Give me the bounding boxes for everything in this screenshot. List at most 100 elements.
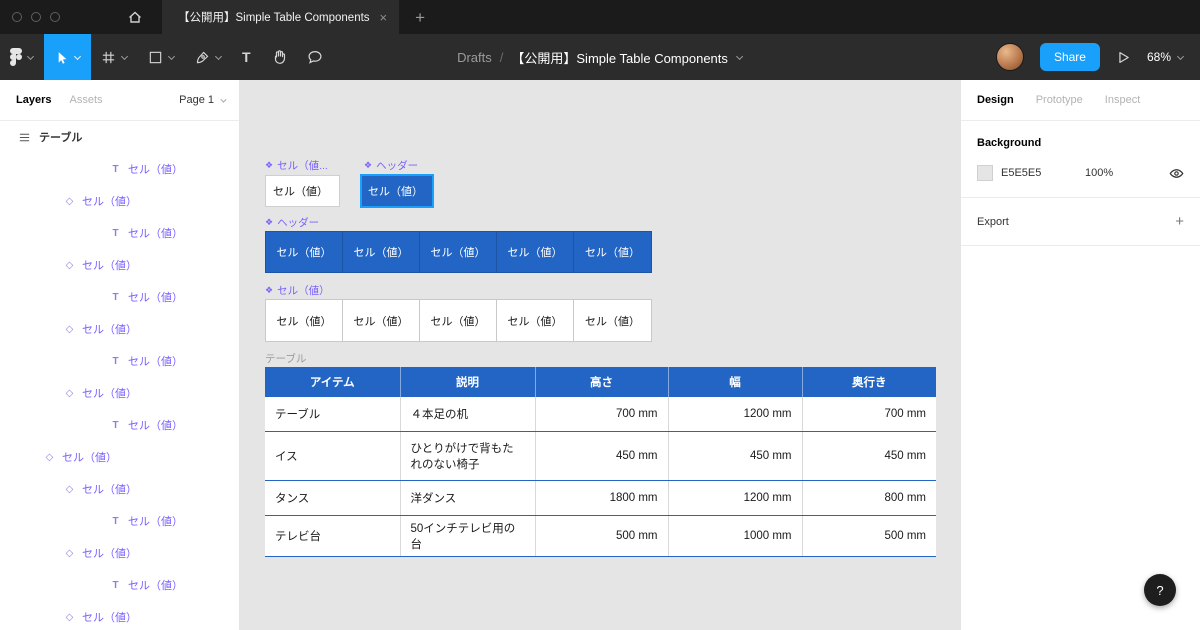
layer-name: セル（値） bbox=[82, 193, 137, 209]
text-layer-icon: T bbox=[110, 580, 121, 591]
breadcrumb-project[interactable]: Drafts bbox=[457, 50, 492, 65]
new-tab-button[interactable]: + bbox=[415, 9, 425, 26]
layer-name: セル（値） bbox=[128, 225, 183, 241]
canvas[interactable]: ❖ セル（値... ❖ ヘッダー セル（値） セル（値） ❖ ヘッダー セル（値… bbox=[240, 80, 960, 630]
table-cell: 1800 mm bbox=[535, 481, 668, 516]
help-button[interactable]: ? bbox=[1144, 574, 1176, 606]
breadcrumb: Drafts / 【公開用】Simple Table Components bbox=[457, 34, 743, 80]
cell-component[interactable]: セル（値） bbox=[265, 175, 340, 207]
header-component-selected[interactable]: セル（値） bbox=[360, 174, 434, 208]
chevron-down-icon[interactable] bbox=[736, 54, 743, 61]
cell-text: セル（値） bbox=[368, 183, 423, 199]
background-section: Background E5E5E5 100% bbox=[961, 121, 1200, 198]
frame-label[interactable]: テーブル bbox=[265, 351, 306, 366]
component-icon: ❖ bbox=[364, 161, 372, 170]
pen-tool-button[interactable] bbox=[185, 34, 232, 80]
layer-row[interactable]: ◇ セル（値） bbox=[0, 537, 239, 569]
component-instance-label[interactable]: ❖ セル（値... bbox=[265, 158, 328, 173]
visibility-toggle[interactable] bbox=[1169, 167, 1184, 180]
color-swatch[interactable] bbox=[977, 165, 993, 181]
background-section-title: Background bbox=[977, 137, 1184, 149]
tab-design[interactable]: Design bbox=[977, 94, 1014, 106]
chevron-down-icon bbox=[27, 54, 34, 61]
help-icon: ? bbox=[1156, 583, 1163, 598]
layer-row[interactable]: T セル（値） bbox=[0, 569, 239, 601]
home-icon[interactable] bbox=[118, 0, 152, 34]
shape-tool-button[interactable] bbox=[138, 34, 185, 80]
table-cell: 500 mm bbox=[535, 516, 668, 557]
column-header: 高さ bbox=[535, 367, 668, 397]
component-label-text: ヘッダー bbox=[277, 215, 319, 230]
eye-icon bbox=[1169, 167, 1184, 180]
instance-icon: ◇ bbox=[44, 452, 55, 463]
hand-tool-icon bbox=[271, 49, 287, 65]
close-icon[interactable]: × bbox=[380, 11, 388, 24]
header-cell: セル（値） bbox=[574, 232, 651, 272]
color-hex-field[interactable]: E5E5E5 bbox=[1001, 167, 1067, 179]
instance-icon: ◇ bbox=[64, 548, 75, 559]
rectangle-tool-icon bbox=[148, 50, 163, 65]
component-instance-label[interactable]: ❖ ヘッダー bbox=[364, 158, 418, 173]
layer-row[interactable]: T セル（値） bbox=[0, 281, 239, 313]
layer-row[interactable]: ◇ セル（値） bbox=[0, 249, 239, 281]
instance-icon: ◇ bbox=[64, 484, 75, 495]
avatar[interactable] bbox=[996, 43, 1024, 71]
layer-row[interactable]: ◇ セル（値） bbox=[0, 313, 239, 345]
layer-row[interactable]: T セル（値） bbox=[0, 217, 239, 249]
window-control-dot[interactable] bbox=[50, 12, 60, 22]
breadcrumb-separator: / bbox=[500, 50, 504, 65]
plus-icon[interactable]: + bbox=[1175, 214, 1184, 229]
layer-row[interactable]: T セル（値） bbox=[0, 345, 239, 377]
table-row: テーブル ４本足の机 700 mm 1200 mm 700 mm bbox=[265, 397, 936, 432]
move-tool-button[interactable] bbox=[44, 34, 91, 80]
layer-row[interactable]: ◇ セル（値） bbox=[0, 377, 239, 409]
main-menu-button[interactable] bbox=[0, 34, 44, 80]
frame-tool-button[interactable] bbox=[91, 34, 138, 80]
tab-layers[interactable]: Layers bbox=[16, 94, 51, 106]
component-instance-label[interactable]: ❖ セル（値） bbox=[265, 283, 330, 298]
header-cell: セル（値） bbox=[497, 232, 574, 272]
layer-row[interactable]: T セル（値） bbox=[0, 505, 239, 537]
properties-panel: Design Prototype Inspect Background E5E5… bbox=[960, 80, 1200, 630]
toolbar: T Drafts / 【公開用】Simple Table Components … bbox=[0, 34, 1200, 80]
layer-row[interactable]: T セル（値） bbox=[0, 409, 239, 441]
table-cell: テレビ台 bbox=[265, 516, 400, 557]
share-button[interactable]: Share bbox=[1040, 43, 1100, 71]
layer-row-root[interactable]: テーブル bbox=[0, 121, 239, 153]
layers-panel-tabs: Layers Assets Page 1 bbox=[0, 80, 239, 121]
window-control-dot[interactable] bbox=[31, 12, 41, 22]
body-cell: セル（値） bbox=[266, 300, 343, 341]
zoom-control[interactable]: 68% bbox=[1147, 50, 1184, 64]
hand-tool-button[interactable] bbox=[261, 34, 297, 80]
table-row: イス ひとりがけで背もたれのない椅子 450 mm 450 mm 450 mm bbox=[265, 432, 936, 481]
component-instance-label[interactable]: ❖ ヘッダー bbox=[265, 215, 319, 230]
tab-inspect[interactable]: Inspect bbox=[1105, 94, 1140, 106]
layer-name: セル（値） bbox=[128, 577, 183, 593]
layer-row[interactable]: ◇ セル（値） bbox=[0, 473, 239, 505]
opacity-field[interactable]: 100% bbox=[1085, 167, 1113, 179]
present-play-icon[interactable] bbox=[1116, 50, 1131, 65]
layer-name: セル（値） bbox=[82, 257, 137, 273]
table-header-row: アイテム 説明 高さ 幅 奥行き bbox=[265, 367, 936, 397]
chevron-down-icon bbox=[74, 54, 81, 61]
component-label-text: ヘッダー bbox=[376, 158, 418, 173]
layer-row[interactable]: ◇ セル（値） bbox=[0, 185, 239, 217]
layer-row[interactable]: ◇ セル（値） bbox=[0, 441, 239, 473]
header-row-component[interactable]: セル（値） セル（値） セル（値） セル（値） セル（値） bbox=[265, 231, 652, 273]
cell-row-component[interactable]: セル（値） セル（値） セル（値） セル（値） セル（値） bbox=[265, 299, 652, 342]
window-control-dot[interactable] bbox=[12, 12, 22, 22]
tab-assets[interactable]: Assets bbox=[69, 94, 102, 106]
comment-tool-button[interactable] bbox=[297, 34, 333, 80]
layer-row[interactable]: ◇ セル（値） bbox=[0, 601, 239, 630]
file-tab[interactable]: 【公開用】Simple Table Components × bbox=[162, 0, 399, 34]
tab-prototype[interactable]: Prototype bbox=[1036, 94, 1083, 106]
text-tool-button[interactable]: T bbox=[232, 34, 261, 80]
layer-row[interactable]: T セル（値） bbox=[0, 153, 239, 185]
zoom-level: 68% bbox=[1147, 50, 1171, 64]
layer-name: セル（値） bbox=[82, 609, 137, 625]
sample-table[interactable]: アイテム 説明 高さ 幅 奥行き テーブル ４本足の机 700 mm 1200 … bbox=[265, 367, 936, 557]
layer-name: セル（値） bbox=[82, 545, 137, 561]
page-selector[interactable]: Page 1 bbox=[179, 94, 227, 106]
pen-tool-icon bbox=[195, 50, 210, 65]
table-cell: 450 mm bbox=[802, 432, 936, 481]
